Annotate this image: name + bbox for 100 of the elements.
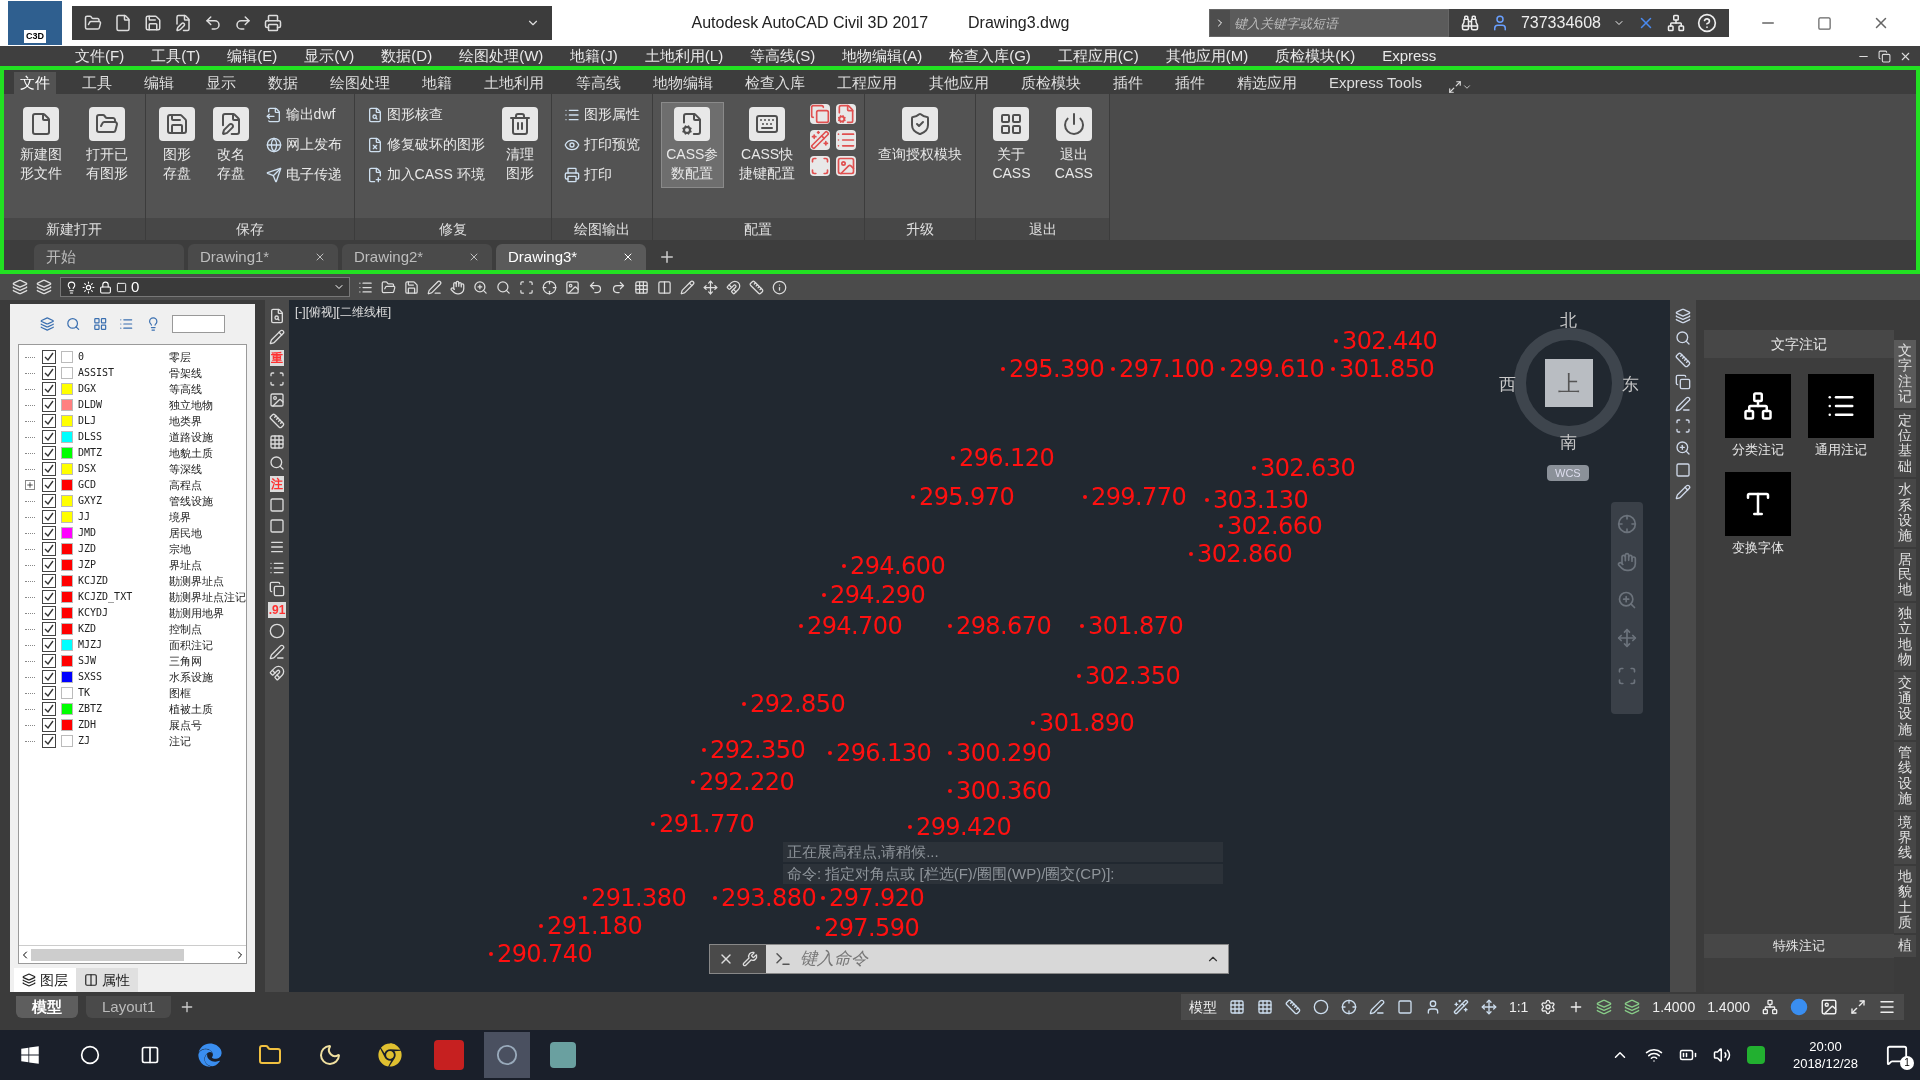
tool-icon[interactable] <box>269 560 285 576</box>
quick-access-icon[interactable] <box>174 14 192 32</box>
palette-side-tab[interactable]: 植 <box>1894 935 1916 957</box>
ribbon-small-button[interactable]: 加入CASS 环境 <box>362 162 489 187</box>
layer-checkbox[interactable] <box>42 734 56 748</box>
ribbon-tab[interactable]: 地籍 <box>416 72 458 94</box>
config-tool-icon[interactable] <box>810 130 831 150</box>
layer-checkbox[interactable] <box>42 638 56 652</box>
ribbon-tab[interactable]: 编辑 <box>138 72 180 94</box>
ribbon-small-button[interactable]: 打印预览 <box>559 132 644 157</box>
close-icon[interactable] <box>468 251 480 263</box>
close-icon[interactable] <box>314 251 326 263</box>
ribbon-large-button[interactable]: 退出CASS <box>1046 102 1101 188</box>
ribbon-large-button[interactable]: 清理图形 <box>496 102 543 188</box>
ribbon-tab[interactable]: 等高线 <box>570 72 627 94</box>
viewcube-face[interactable]: 上 <box>1545 359 1593 407</box>
ribbon-small-button[interactable]: 输出dwf <box>261 102 346 127</box>
layout-tab[interactable]: Layout1 <box>86 996 172 1018</box>
filter-field[interactable] <box>172 315 225 333</box>
ribbon-tab[interactable]: 地物编辑 <box>647 72 719 94</box>
palette-side-tab[interactable]: 地貌土质 <box>1894 865 1916 934</box>
palette-side-tab[interactable]: 文字注记 <box>1894 340 1916 408</box>
toolbar-icon[interactable] <box>358 279 373 295</box>
palette-side-tab[interactable]: 独立地物 <box>1894 602 1916 671</box>
tool-icon[interactable] <box>1675 462 1691 478</box>
compass-east[interactable]: 东 <box>1622 372 1639 398</box>
notification-icon[interactable] <box>1886 1044 1908 1066</box>
ribbon-large-button[interactable]: CASS参数配置 <box>660 102 724 188</box>
layer-checkbox[interactable] <box>42 366 56 380</box>
tool-icon[interactable] <box>269 581 285 597</box>
maximize-icon[interactable] <box>1817 15 1832 31</box>
ribbon-small-button[interactable]: 网上发布 <box>261 132 346 157</box>
tool-icon[interactable] <box>1675 374 1691 390</box>
menu-item[interactable]: 文件(F) <box>75 46 125 66</box>
layer-checkbox[interactable] <box>42 622 56 636</box>
status-toggle-icon[interactable] <box>1340 999 1357 1015</box>
ribbon-large-button[interactable]: 查询授权模块 <box>873 102 968 169</box>
layer-checkbox[interactable] <box>42 350 56 364</box>
ribbon-small-button[interactable]: 电子传递 <box>261 162 346 187</box>
layer-checkbox[interactable] <box>42 382 56 396</box>
ribbon-tab[interactable]: 工程应用 <box>831 72 903 94</box>
toolbar-icon[interactable] <box>634 279 649 295</box>
palette-side-tab[interactable]: 居民地 <box>1894 548 1916 601</box>
layer-icon[interactable] <box>1596 999 1613 1015</box>
document-tab[interactable]: Drawing2* <box>342 244 492 270</box>
tool-icon[interactable] <box>269 518 285 534</box>
ribbon-large-button[interactable]: 图形存盘 <box>153 102 200 188</box>
status-toggle-icon[interactable] <box>1396 999 1413 1015</box>
toolbar-icon[interactable] <box>772 279 787 295</box>
layer-checkbox[interactable] <box>42 526 56 540</box>
browser-icon[interactable] <box>198 1043 222 1067</box>
layer-checkbox[interactable] <box>42 702 56 716</box>
tool-icon[interactable] <box>269 392 285 408</box>
toolbar-icon[interactable] <box>588 279 603 295</box>
layer-checkbox[interactable] <box>42 542 56 556</box>
layer-dropdown[interactable]: 0 <box>60 277 350 297</box>
menu-item[interactable]: 数据(D) <box>381 46 433 66</box>
command-line-field[interactable]: 键入命令 <box>709 944 1229 974</box>
document-tab[interactable]: Drawing1* <box>188 244 338 270</box>
ribbon-small-button[interactable]: 图形属性 <box>559 102 644 127</box>
layer-tool-icon[interactable] <box>40 314 55 334</box>
status-toggle-icon[interactable] <box>1284 999 1301 1015</box>
ribbon-small-button[interactable]: 打印 <box>559 162 644 187</box>
menu-item[interactable]: 工具(T) <box>151 46 201 66</box>
tool-icon[interactable] <box>269 644 285 660</box>
tool-icon[interactable] <box>1675 484 1691 500</box>
document-tab[interactable]: 开始 <box>34 244 184 270</box>
layer-checkbox[interactable] <box>42 462 56 476</box>
ribbon-tab[interactable]: 数据 <box>262 72 304 94</box>
status-toggle-icon[interactable] <box>1312 999 1329 1015</box>
app-logo[interactable]: C3D <box>8 1 62 45</box>
toolbar-icon[interactable] <box>519 279 534 295</box>
tool-icon[interactable] <box>1675 330 1691 346</box>
layout-tab[interactable]: 模型 <box>16 996 78 1018</box>
graphics-icon[interactable] <box>1820 998 1838 1016</box>
tool-icon[interactable] <box>1675 308 1691 324</box>
toolbar-icon[interactable] <box>726 279 741 295</box>
quick-access-icon[interactable] <box>264 14 282 32</box>
new-tab-icon[interactable] <box>658 248 676 266</box>
toolbar-icon[interactable] <box>749 279 764 295</box>
ribbon-large-button[interactable]: CASS快捷键配置 <box>731 102 803 188</box>
ribbon-large-button[interactable]: 新建图形文件 <box>12 102 71 188</box>
layer-checkbox[interactable] <box>42 558 56 572</box>
tool-icon[interactable] <box>269 413 285 429</box>
toolbar-icon[interactable] <box>703 279 718 295</box>
toolbar-icon[interactable] <box>680 279 695 295</box>
start-icon[interactable] <box>20 1045 40 1065</box>
layer-checkbox[interactable] <box>42 606 56 620</box>
layer-checkbox[interactable] <box>42 686 56 700</box>
ribbon-tab[interactable]: 质检模块 <box>1015 72 1087 94</box>
network-icon[interactable] <box>1667 14 1685 32</box>
browser-icon[interactable] <box>378 1043 402 1067</box>
quick-access-icon[interactable] <box>234 14 252 32</box>
drawing-canvas[interactable] <box>289 300 1670 992</box>
config-tool-icon[interactable] <box>810 156 831 176</box>
toolbar-icon[interactable] <box>473 279 488 295</box>
menu-icon[interactable] <box>1878 998 1896 1016</box>
annotation-scale[interactable]: 1:1 <box>1508 996 1529 1018</box>
quick-access-icon[interactable] <box>84 14 102 32</box>
quick-access-icon[interactable] <box>114 14 132 32</box>
